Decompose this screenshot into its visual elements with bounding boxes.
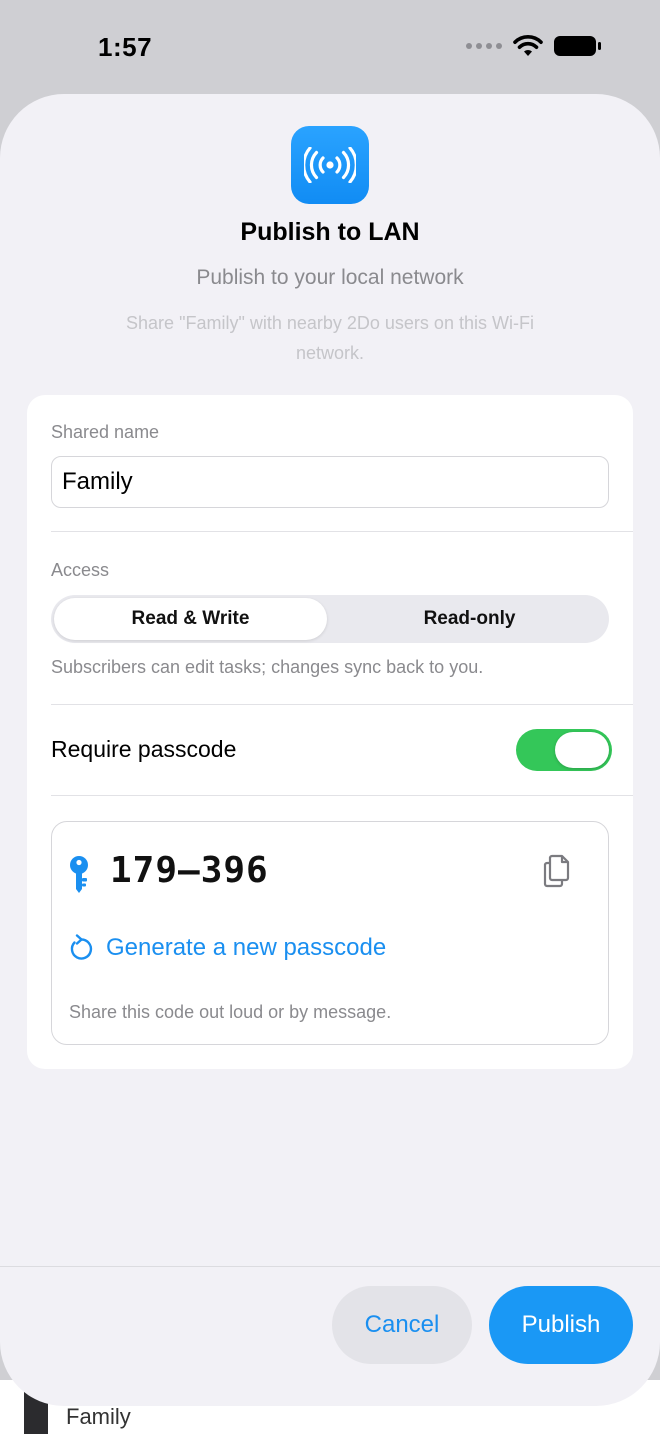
divider: [51, 704, 633, 705]
passcode-help-text: Share this code out loud or by message.: [69, 1002, 392, 1022]
settings-card: Shared name Access Read & Write Read-onl…: [27, 395, 633, 1069]
status-time: 1:57: [98, 32, 153, 62]
status-bar: 1:57: [0, 0, 660, 96]
divider: [51, 531, 633, 532]
access-option-read-write[interactable]: Read & Write: [54, 598, 327, 640]
broadcast-icon: [291, 126, 369, 204]
sheet-description: Share "Family" with nearby 2Do users on …: [126, 313, 534, 363]
access-option-read-only[interactable]: Read-only: [333, 598, 606, 640]
toggle-knob: [555, 732, 609, 768]
sheet-title: Publish to LAN: [240, 218, 420, 246]
background-list-item: Family: [66, 1404, 131, 1429]
divider: [51, 795, 633, 796]
shared-name-label: Shared name: [51, 422, 160, 442]
publish-sheet: Publish to LAN Publish to your local net…: [0, 94, 660, 1406]
key-icon: [70, 856, 88, 893]
battery-icon: [554, 36, 601, 56]
status-icons: [466, 34, 602, 58]
sheet-subtitle: Publish to your local network: [196, 266, 464, 289]
cancel-button[interactable]: Cancel: [332, 1286, 472, 1364]
refresh-icon: [70, 934, 93, 960]
generate-passcode-label: Generate a new passcode: [106, 934, 387, 961]
publish-button[interactable]: Publish: [489, 1286, 633, 1364]
passcode-box: 179–396 Generate a new passcode Share th…: [51, 821, 609, 1045]
require-passcode-label: Require passcode: [51, 736, 237, 762]
access-help-text: Subscribers can edit tasks; changes sync…: [51, 657, 484, 677]
footer-divider: [0, 1266, 660, 1267]
cellular-signal-icon: [466, 43, 502, 49]
wifi-icon: [513, 35, 543, 56]
access-label: Access: [51, 560, 110, 580]
generate-passcode-button[interactable]: Generate a new passcode: [68, 934, 386, 962]
require-passcode-toggle[interactable]: [516, 729, 612, 771]
shared-name-input[interactable]: [51, 456, 609, 508]
access-segmented-control: Read & Write Read-only: [51, 595, 609, 643]
copy-icon[interactable]: [542, 854, 572, 888]
passcode-value: 179–396: [110, 850, 269, 891]
